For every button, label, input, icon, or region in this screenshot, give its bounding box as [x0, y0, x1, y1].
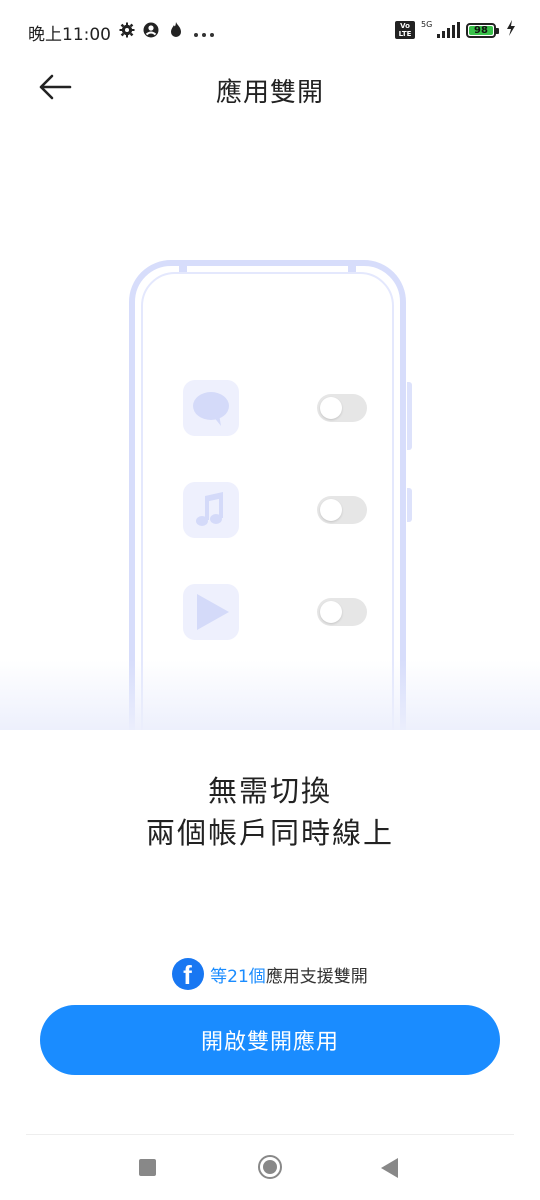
account-icon: [143, 22, 159, 43]
app-tile: [183, 584, 239, 640]
side-button-volume: [407, 382, 412, 450]
app-tile: [183, 380, 239, 436]
header: 應用雙開: [0, 64, 540, 114]
app-row: [183, 482, 367, 538]
illustration: [0, 230, 540, 730]
status-bar: 晚上11:00 Vo LTE 5G 98: [0, 0, 540, 64]
supported-apps-info: f 等21個應用支援雙開: [0, 958, 540, 990]
enable-dual-apps-button[interactable]: 開啟雙開應用: [40, 1005, 500, 1075]
play-icon: [197, 594, 229, 630]
tagline-line-1: 無需切換: [207, 774, 332, 808]
gear-icon: [119, 22, 135, 43]
flame-icon: [167, 21, 185, 44]
volte-icon: Vo LTE: [395, 21, 415, 39]
notch-right: [348, 260, 356, 272]
circle-home-icon[interactable]: [258, 1155, 282, 1179]
status-time: 晚上11:00: [28, 25, 111, 45]
app-row: [183, 584, 367, 640]
toggle-switch: [317, 394, 367, 422]
notch-left: [179, 260, 187, 272]
more-icon: [193, 23, 215, 43]
app-row: [183, 380, 367, 436]
enable-dual-apps-label: 開啟雙開應用: [200, 1030, 339, 1055]
toggle-switch: [317, 598, 367, 626]
side-button-power: [407, 488, 412, 522]
chat-bubble-icon: [193, 392, 229, 426]
triangle-back-icon[interactable]: [381, 1158, 398, 1178]
music-note-icon: [196, 492, 223, 526]
supported-text: 應用支援雙開: [265, 966, 368, 987]
status-right: Vo LTE 5G 98: [395, 20, 516, 40]
tagline-line-2: 兩個帳戶同時線上: [145, 816, 394, 850]
facebook-icon: f: [172, 958, 205, 990]
tagline: 無需切換 兩個帳戶同時線上: [0, 770, 540, 854]
app-tile: [183, 482, 239, 538]
signal-icon: [437, 22, 460, 38]
navigation-bar: [0, 1135, 540, 1200]
status-left: 晚上11:00: [28, 20, 215, 45]
network-type: 5G: [421, 20, 433, 29]
illustration-fade: [0, 660, 540, 730]
square-recent-icon[interactable]: [139, 1159, 156, 1176]
charging-icon: [506, 20, 516, 40]
battery-icon: 98: [466, 22, 499, 38]
page-title: 應用雙開: [215, 78, 324, 108]
toggle-switch: [317, 496, 367, 524]
battery-level: 98: [474, 24, 488, 36]
supported-count[interactable]: 等21個: [210, 967, 266, 987]
